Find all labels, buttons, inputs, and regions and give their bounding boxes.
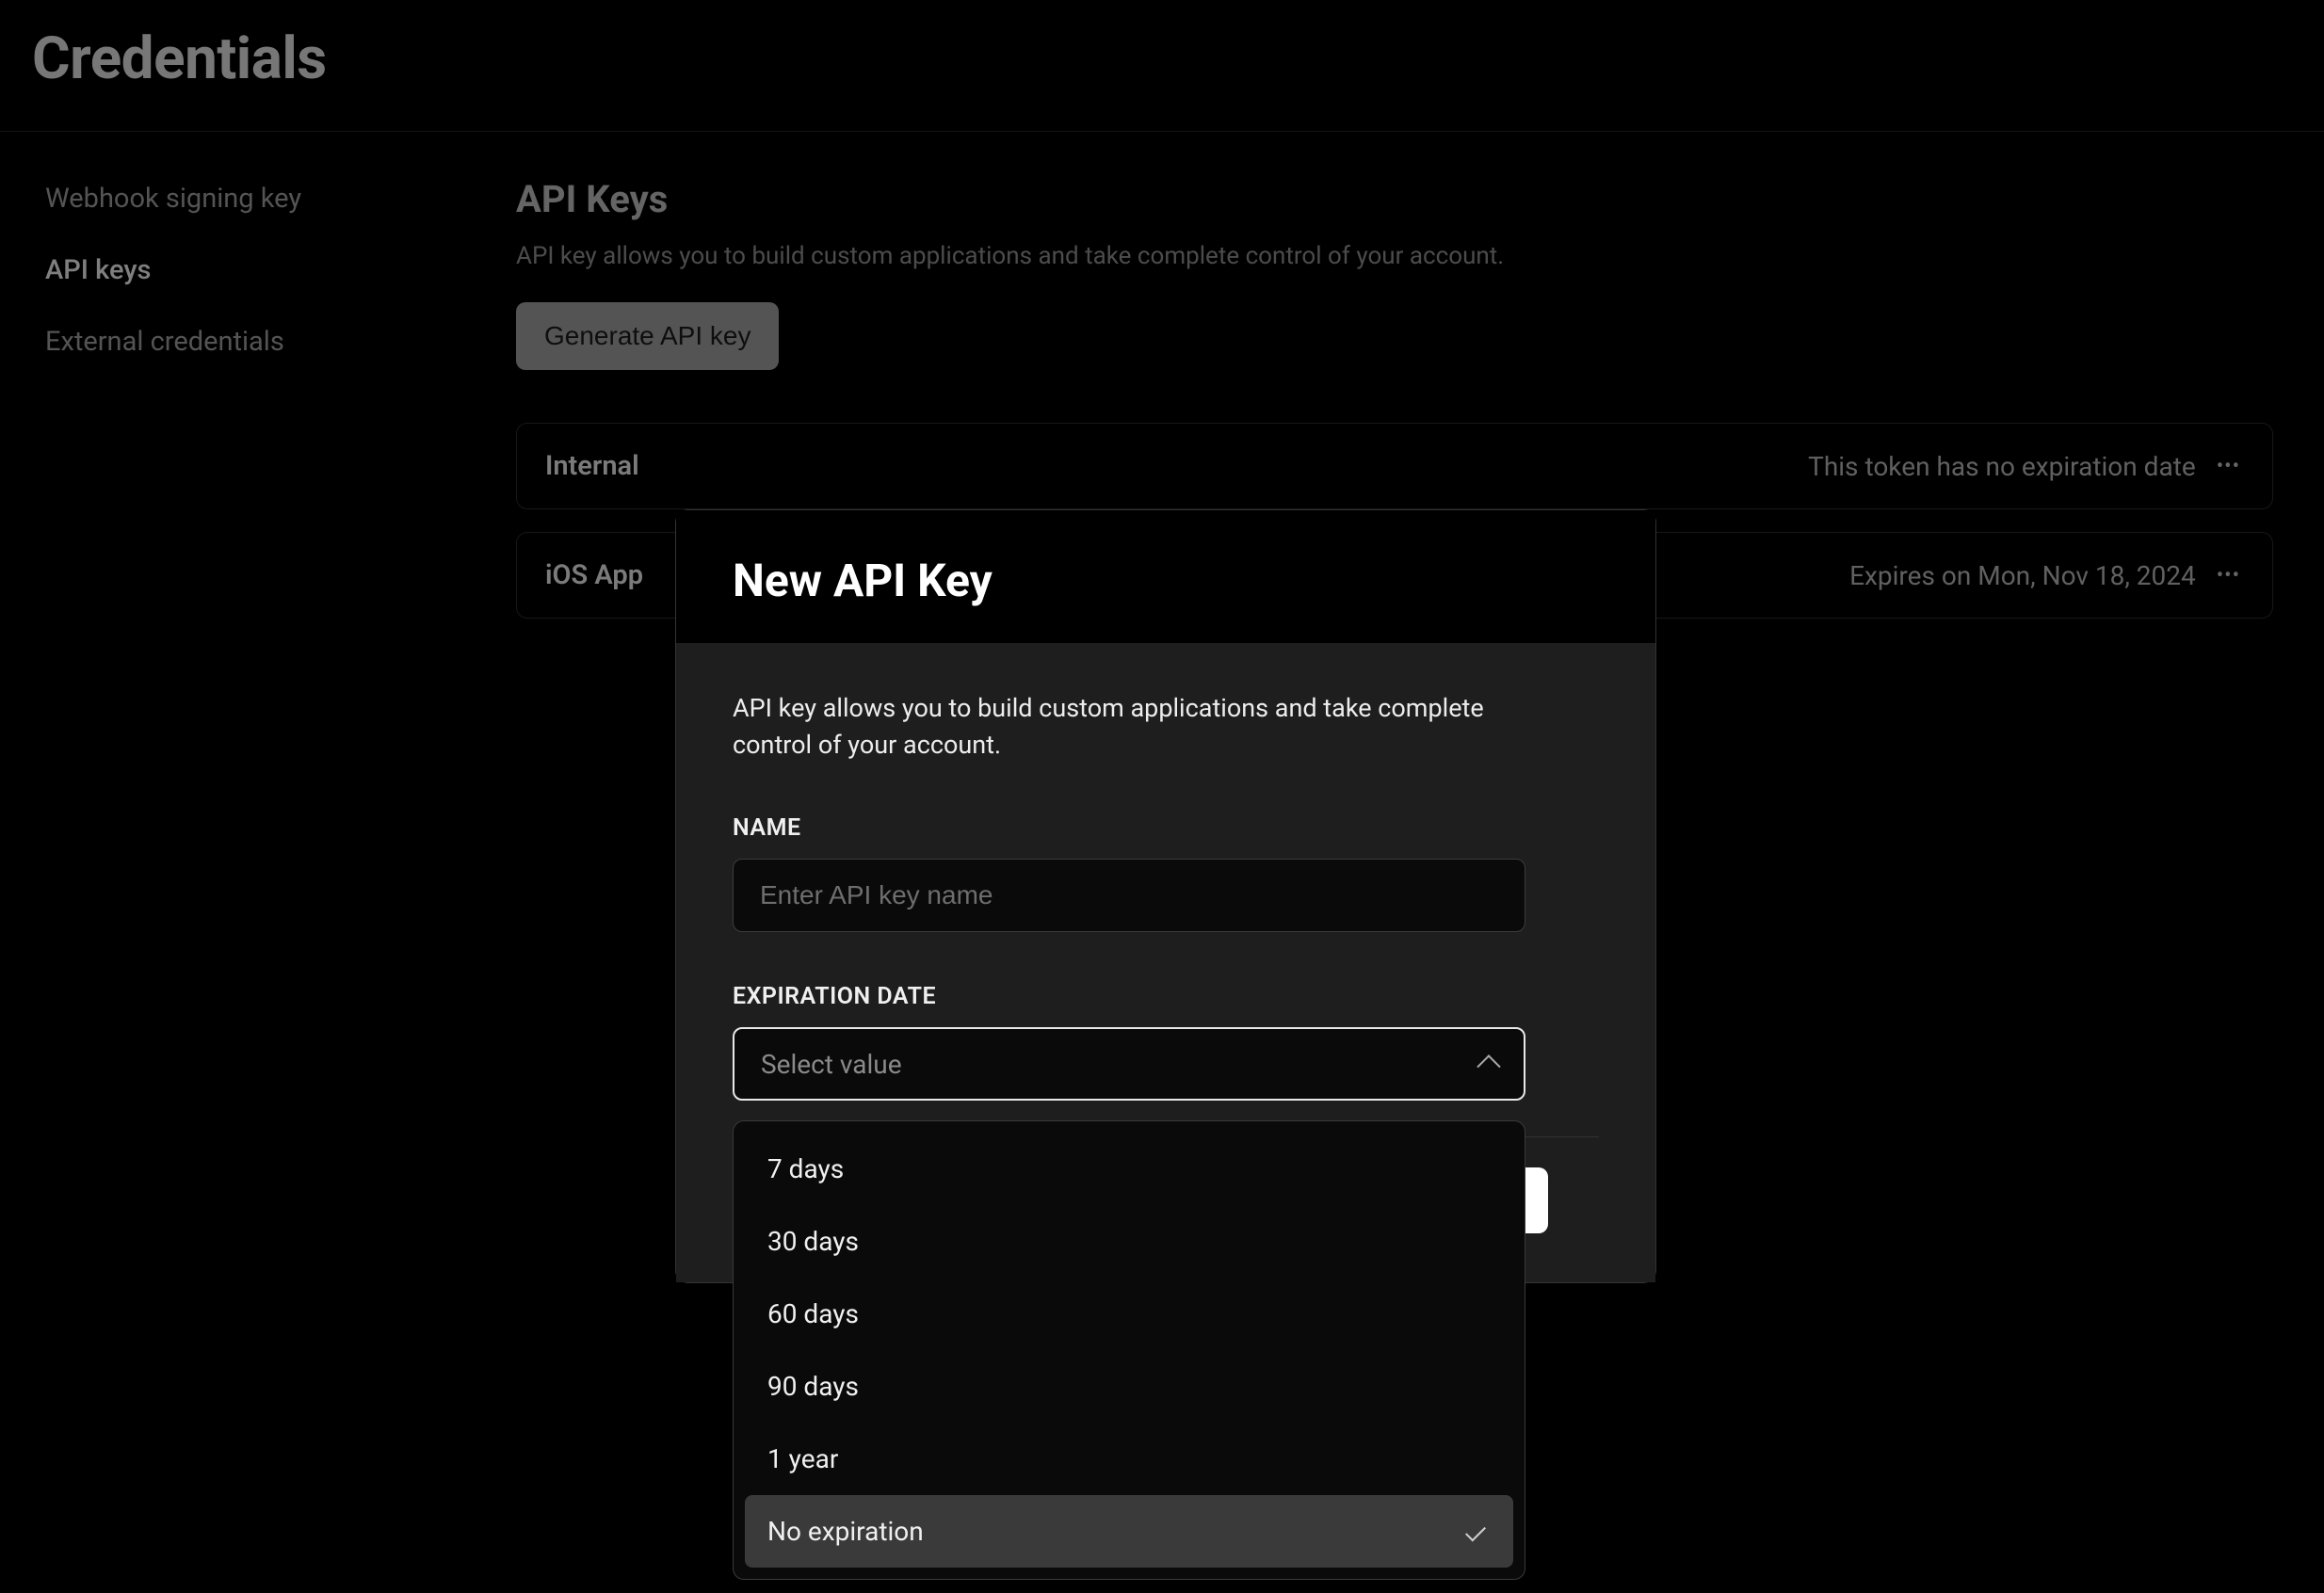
expiration-dropdown: 7 days 30 days 60 days 90 days 1 year No… xyxy=(733,1120,1525,1580)
expiration-option-7-days[interactable]: 7 days xyxy=(745,1133,1513,1205)
expiration-option-30-days[interactable]: 30 days xyxy=(745,1205,1513,1278)
expiration-select-value: Select value xyxy=(761,1049,902,1080)
option-label: 30 days xyxy=(767,1226,859,1257)
expiration-option-no-expiration[interactable]: No expiration xyxy=(745,1495,1513,1568)
option-label: 7 days xyxy=(767,1153,844,1184)
new-api-key-modal: New API Key API key allows you to build … xyxy=(675,509,1656,1283)
expiration-option-1-year[interactable]: 1 year xyxy=(745,1423,1513,1495)
modal-description: API key allows you to build custom appli… xyxy=(733,690,1542,764)
expiration-select[interactable]: Select value xyxy=(733,1027,1525,1101)
expiration-option-60-days[interactable]: 60 days xyxy=(745,1278,1513,1350)
expiration-field-label: EXPIRATION DATE xyxy=(733,983,1599,1010)
api-key-name-input[interactable] xyxy=(733,859,1525,932)
name-field-label: NAME xyxy=(733,814,1599,842)
option-label: 90 days xyxy=(767,1371,859,1402)
expiration-option-90-days[interactable]: 90 days xyxy=(745,1350,1513,1423)
option-label: No expiration xyxy=(767,1516,924,1547)
option-label: 1 year xyxy=(767,1443,838,1474)
chevron-up-icon xyxy=(1477,1054,1500,1078)
modal-title: New API Key xyxy=(733,554,1599,607)
check-icon xyxy=(1465,1521,1486,1542)
option-label: 60 days xyxy=(767,1298,859,1329)
